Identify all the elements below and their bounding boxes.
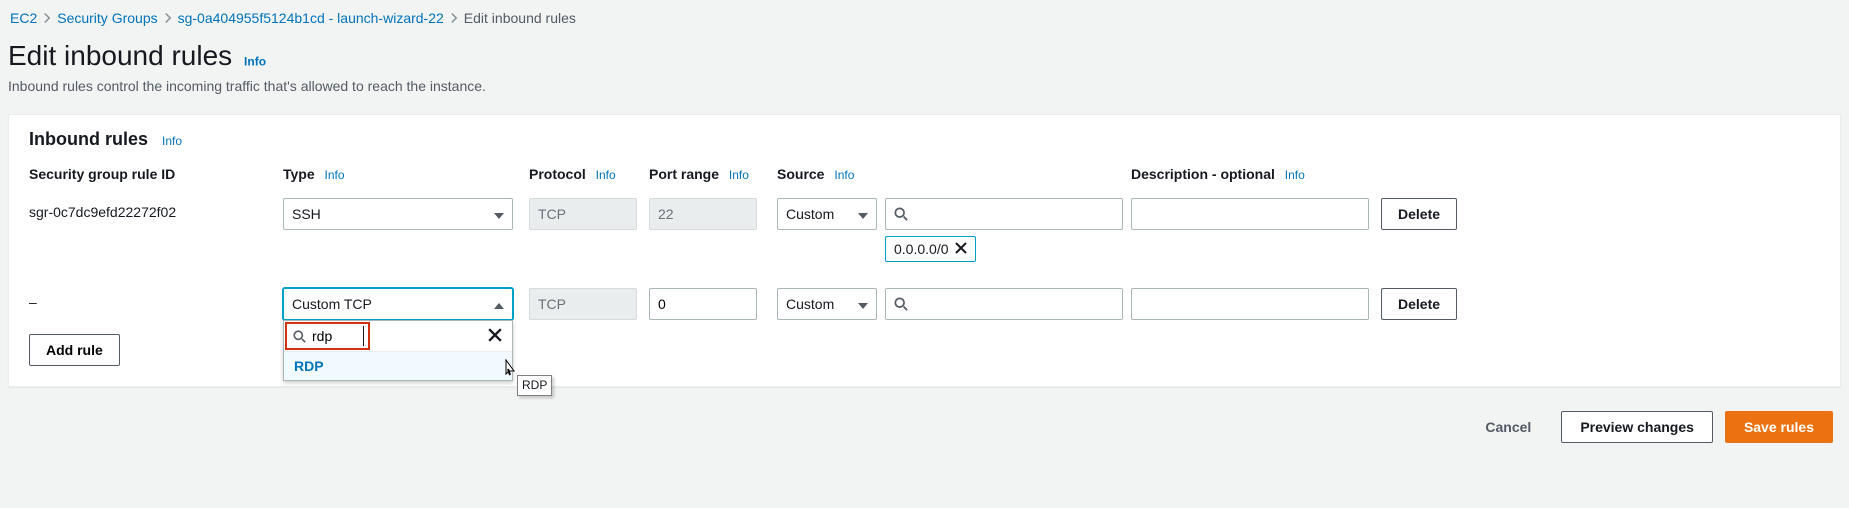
breadcrumb-ec2[interactable]: EC2 [10,10,37,26]
col-type-info[interactable]: Info [325,168,345,182]
chevron-right-icon [162,12,174,24]
preview-changes-button[interactable]: Preview changes [1561,411,1713,443]
col-type: Type Info [283,166,529,182]
col-port-info[interactable]: Info [729,168,749,182]
source-mode-select[interactable]: Custom [777,288,877,320]
search-icon [894,207,908,221]
col-description: Description - optional Info [1131,166,1381,182]
type-select[interactable]: Custom TCP [283,288,513,320]
type-select[interactable]: SSH [283,198,513,230]
inbound-rules-panel: Inbound rules Info Security group rule I… [8,114,1841,387]
rule-id-text: sgr-0c7dc9efd22272f02 [29,198,273,220]
delete-rule-button[interactable]: Delete [1381,288,1457,320]
chevron-right-icon [448,12,460,24]
type-select-value: Custom TCP [292,296,372,312]
protocol-field: TCP [529,288,637,320]
page-info-link[interactable]: Info [244,54,266,68]
breadcrumb-security-groups[interactable]: Security Groups [57,10,157,26]
port-range-input[interactable] [649,288,757,320]
text-cursor [363,326,364,346]
search-icon [293,330,306,343]
rule-row: sgr-0c7dc9efd22272f02 SSH TCP [29,190,1820,262]
port-range-field: 22 [649,198,757,230]
type-search-input[interactable] [312,328,352,344]
source-mode-select[interactable]: Custom [777,198,877,230]
protocol-field: TCP [529,198,637,230]
source-search-input[interactable] [885,198,1123,230]
rule-id-text: – [29,288,273,310]
caret-up-icon [494,296,504,312]
description-input[interactable] [1131,198,1369,230]
page-header: Edit inbound rules Info [8,40,1841,72]
source-cidr-tag[interactable]: 0.0.0.0/0 [885,236,976,262]
remove-tag-icon[interactable] [955,241,967,257]
col-source: Source Info [777,166,885,182]
caret-down-icon [858,206,868,222]
col-protocol-info[interactable]: Info [596,168,616,182]
col-protocol: Protocol Info [529,166,649,182]
col-desc-info[interactable]: Info [1285,168,1305,182]
rule-row: – Custom TCP [29,280,1820,320]
clear-search-icon[interactable] [482,328,508,345]
breadcrumb-sg-id[interactable]: sg-0a404955f5124b1cd - launch-wizard-22 [178,10,444,26]
add-rule-button[interactable]: Add rule [29,334,120,366]
chevron-right-icon [41,12,53,24]
col-port-range: Port range Info [649,166,777,182]
breadcrumb: EC2 Security Groups sg-0a404955f5124b1cd… [8,10,1841,26]
footer-actions: Cancel Preview changes Save rules [8,407,1841,447]
save-rules-button[interactable]: Save rules [1725,411,1833,443]
rules-header-row: Security group rule ID Type Info Protoco… [29,156,1820,190]
type-select-value: SSH [292,206,321,222]
col-source-info[interactable]: Info [834,168,854,182]
panel-title: Inbound rules [29,129,148,150]
description-input[interactable] [1131,288,1369,320]
page-title: Edit inbound rules [8,40,232,72]
page-subtitle: Inbound rules control the incoming traff… [8,78,1841,94]
type-dropdown: RDP RDP [283,320,513,381]
delete-rule-button[interactable]: Delete [1381,198,1457,230]
type-option-rdp[interactable]: RDP [284,351,512,380]
cancel-button[interactable]: Cancel [1467,411,1549,443]
breadcrumb-current: Edit inbound rules [464,10,576,26]
source-cidr-value: 0.0.0.0/0 [894,241,949,257]
col-rule-id: Security group rule ID [29,166,283,182]
caret-down-icon [858,296,868,312]
type-option-tooltip: RDP [517,375,552,396]
panel-info-link[interactable]: Info [162,134,182,148]
search-icon [894,297,908,311]
caret-down-icon [494,206,504,222]
type-dropdown-search[interactable] [285,322,370,350]
source-search-input[interactable] [885,288,1123,320]
